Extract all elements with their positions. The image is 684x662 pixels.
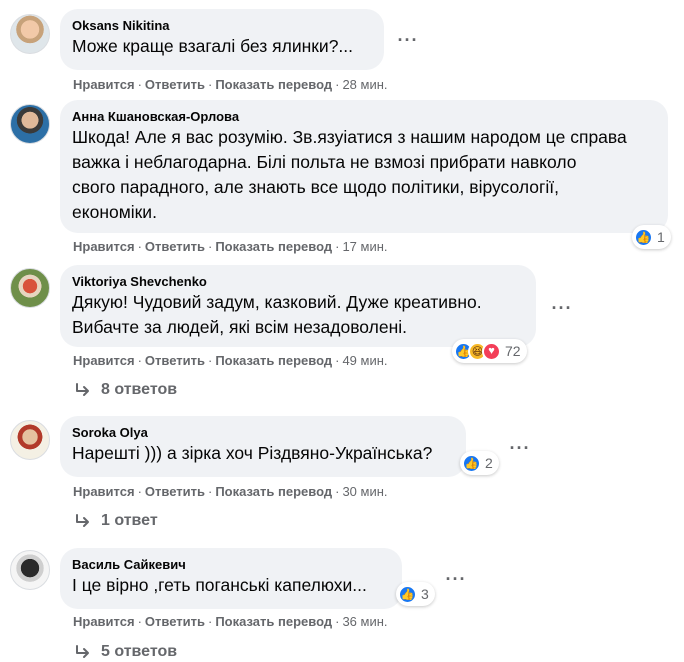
reactions-badge[interactable]: 👍 2 [460,451,499,475]
comment-bubble: Soroka Olya Нарешті ))) а зірка хоч Різд… [60,416,466,477]
like-action[interactable]: Нравится [73,77,135,92]
avatar[interactable] [10,550,50,590]
reactions-badge[interactable]: 👍 1 [632,225,671,249]
like-icon: 👍 [462,453,481,473]
view-replies-link[interactable]: 5 ответов [75,643,177,661]
comment-author[interactable]: Василь Сайкевич [72,556,390,573]
comment-actions: Нравится · Ответить · Показать перевод · 36 ми… [73,614,388,629]
comment-timestamp[interactable]: 49 мин. [342,353,387,368]
avatar[interactable] [10,268,50,308]
comment-bubble: Oksans Nikitina Може краще взагалі без я… [60,9,384,70]
like-action[interactable]: Нравится [73,614,135,629]
comment-text-line: Вибачте за людей, які всім незадоволені. [72,317,407,337]
comment-actions: Нравится · Ответить · Показать перевод · 49 ми… [73,353,388,368]
reaction-count: 2 [485,455,493,471]
comment-text: Може краще взагалі без ялинки?... [72,36,354,56]
reaction-count: 3 [421,586,429,602]
love-icon: ♥ [482,341,501,361]
comment-text-line: важка і неблагодарна. Білі польта не взм… [72,152,577,172]
comment-text-line: свого парадного, але знають все щодо пол… [72,177,559,197]
reactions-badge[interactable]: 👍 3 [396,582,435,606]
replies-count: 5 ответов [101,643,178,660]
translate-action[interactable]: Показать перевод [215,239,332,254]
comment-text: Нарешті ))) а зірка хоч Різдвяно-Українс… [72,443,433,463]
avatar[interactable] [10,104,50,144]
like-action[interactable]: Нравится [73,484,135,499]
avatar[interactable] [10,420,50,460]
comment-text-line: Шкода! Але я вас розумію. Зв.язуiатися з… [72,127,627,147]
comment-actions: Нравится · Ответить · Показать перевод · 30 ми… [73,484,388,499]
comment-timestamp[interactable]: 36 мин. [342,614,387,629]
comment-bubble: Viktoriya Shevchenko Дякую! Чудовий заду… [60,265,536,347]
more-options-icon[interactable]: ··· [440,563,472,595]
more-options-icon[interactable]: ··· [504,432,536,464]
reply-arrow-icon [76,645,89,658]
comment-author[interactable]: Oksans Nikitina [72,17,372,34]
replies-count: 8 ответов [101,381,178,398]
comment-author[interactable]: Soroka Olya [72,424,454,441]
view-replies-link[interactable]: 8 ответов [75,381,177,399]
comment-timestamp[interactable]: 17 мин. [342,239,387,254]
comment-bubble: Василь Сайкевич І це вірно ,геть погансь… [60,548,402,609]
more-options-icon[interactable]: ··· [546,292,578,324]
reply-action[interactable]: Ответить [145,239,205,254]
comment-timestamp[interactable]: 28 мин. [342,77,387,92]
reply-action[interactable]: Ответить [145,484,205,499]
more-options-icon[interactable]: ··· [392,24,424,56]
replies-count: 1 ответ [101,512,158,529]
comment-text: І це вірно ,геть поганські капелюхи... [72,575,367,595]
comment-author[interactable]: Viktoriya Shevchenko [72,273,524,290]
comment-bubble: Анна Кшановская-Орлова Шкода! Але я вас … [60,100,668,233]
comment-actions: Нравится · Ответить · Показать перевод · 28 ми… [73,77,388,92]
translate-action[interactable]: Показать перевод [215,77,332,92]
like-icon: 👍 [634,227,653,247]
reply-action[interactable]: Ответить [145,353,205,368]
reply-action[interactable]: Ответить [145,77,205,92]
like-action[interactable]: Нравится [73,353,135,368]
comment-actions: Нравится · Ответить · Показать перевод · 17 ми… [73,239,388,254]
reply-arrow-icon [76,514,89,527]
like-action[interactable]: Нравится [73,239,135,254]
view-replies-link[interactable]: 1 ответ [75,512,158,530]
reaction-count: 72 [505,343,521,359]
comment-text-line: економіки. [72,202,157,222]
translate-action[interactable]: Показать перевод [215,353,332,368]
comment-timestamp[interactable]: 30 мин. [342,484,387,499]
translate-action[interactable]: Показать перевод [215,614,332,629]
comment-author[interactable]: Анна Кшановская-Орлова [72,108,656,125]
avatar[interactable] [10,14,50,54]
reply-action[interactable]: Ответить [145,614,205,629]
translate-action[interactable]: Показать перевод [215,484,332,499]
comment-text-line: Дякую! Чудовий задум, казковий. Дуже кре… [72,292,482,312]
like-icon: 👍 [398,584,417,604]
reply-arrow-icon [76,383,89,396]
reaction-count: 1 [657,229,665,245]
reactions-badge[interactable]: 👍 😆 ♥ 72 [452,339,527,363]
